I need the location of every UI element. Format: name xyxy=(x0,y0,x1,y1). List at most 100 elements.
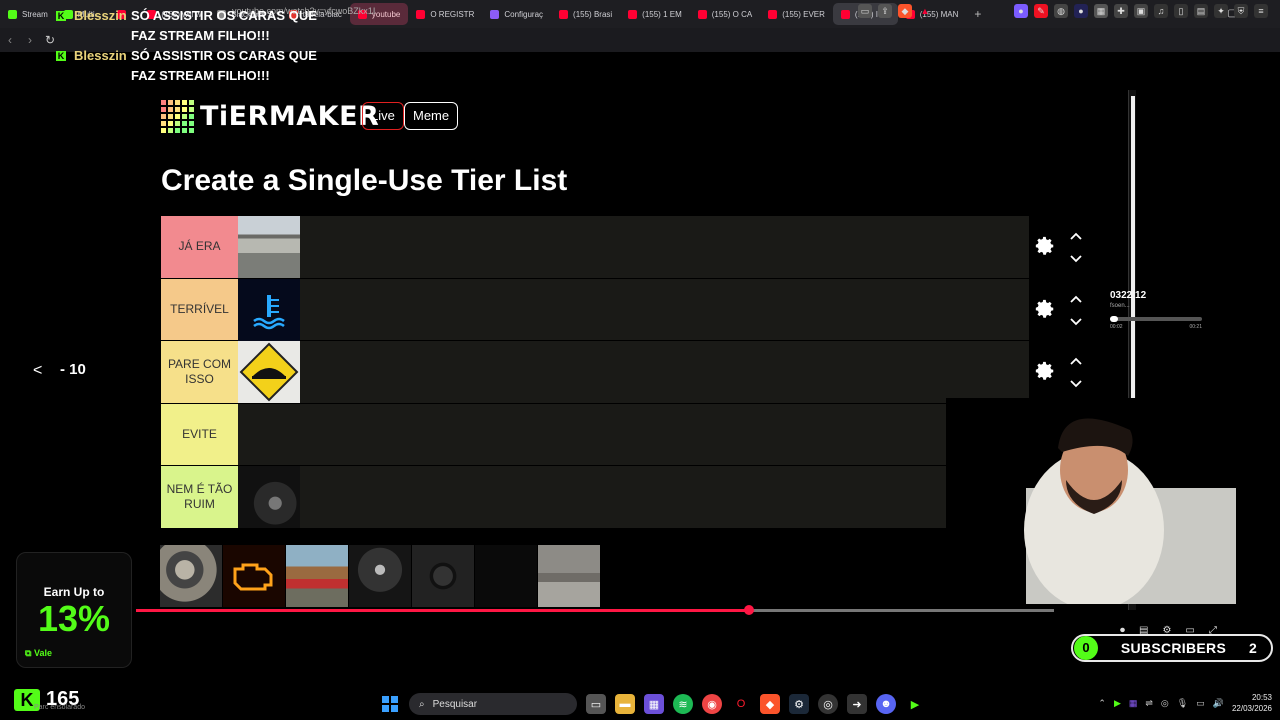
engine-belt-image[interactable] xyxy=(160,545,222,607)
previous-arrow-icon[interactable]: < xyxy=(33,362,42,380)
app-icon[interactable]: ◎ xyxy=(818,694,838,714)
pothole-image[interactable] xyxy=(538,545,600,607)
extension-icon[interactable]: ✎ xyxy=(1034,4,1048,18)
chat-message: K Blesszin SÓ ASSISTIR OS CARAS QUE FAZ S… xyxy=(56,46,317,83)
speed-bump-sign-icon xyxy=(239,342,299,402)
screenshot-icon[interactable]: ▣ xyxy=(1134,4,1148,18)
tray-app-icon[interactable]: ▶ xyxy=(1114,698,1121,709)
opera-icon[interactable]: O xyxy=(731,694,751,714)
taskbar-search[interactable]: ⌕ Pesquisar xyxy=(409,693,577,715)
meme-button[interactable]: Meme xyxy=(404,102,459,130)
file-explorer-icon[interactable]: ▬ xyxy=(615,694,635,714)
mini-player-knob[interactable] xyxy=(1110,316,1118,322)
network-icon[interactable]: ▭ xyxy=(1196,698,1205,709)
puzzle-icon[interactable]: ✚ xyxy=(1114,4,1128,18)
overloaded-car-image[interactable] xyxy=(286,545,348,607)
media-icon[interactable]: ♫ xyxy=(1154,4,1168,18)
move-up-chevron-icon[interactable] xyxy=(1070,232,1082,240)
chrome-icon[interactable]: ◉ xyxy=(702,694,722,714)
gear-shift-image[interactable] xyxy=(238,466,300,529)
extension-icon[interactable]: ◍ xyxy=(1054,4,1068,18)
move-up-chevron-icon[interactable] xyxy=(1070,295,1082,303)
dashboard-image[interactable] xyxy=(475,545,537,607)
streamer-webcam xyxy=(946,398,1244,604)
tab-label: (155) Brasi xyxy=(573,9,613,19)
reload-icon[interactable]: ↻ xyxy=(40,33,60,47)
back-icon[interactable]: ‹ xyxy=(0,33,20,47)
check-engine-icon xyxy=(233,563,273,591)
windows-start-icon[interactable] xyxy=(380,694,400,714)
coolant-warning-image[interactable] xyxy=(238,278,300,341)
tier-label[interactable]: TERRÍVEL xyxy=(161,278,238,341)
gear-icon[interactable] xyxy=(1034,360,1056,382)
gear-icon[interactable] xyxy=(1034,298,1056,320)
tier-items[interactable] xyxy=(238,278,1029,341)
microphone-icon[interactable]: 🎙 xyxy=(1177,698,1188,709)
gear-icon[interactable] xyxy=(1034,235,1056,257)
tier-items[interactable] xyxy=(238,404,1029,466)
speed-bump-sign-image[interactable] xyxy=(238,341,300,404)
kick-app-icon[interactable]: ▶ xyxy=(905,694,925,714)
volume-icon[interactable]: 🔊 xyxy=(1213,698,1224,709)
tier-label[interactable]: NEM É TÃO RUIM xyxy=(161,466,238,528)
browser-tab[interactable]: O REGISTR xyxy=(408,3,482,25)
discord-icon[interactable]: ☻ xyxy=(876,694,896,714)
sidebar-icon[interactable]: ▯ xyxy=(1174,4,1188,18)
clock[interactable]: 20:53 22/03/2026 xyxy=(1232,692,1272,714)
tier-items[interactable] xyxy=(238,341,1029,404)
tier-label[interactable]: PARE COM ISSO xyxy=(161,341,238,403)
earn-title: Earn Up to xyxy=(43,585,105,599)
dashboard-image[interactable] xyxy=(412,545,474,607)
tier-items[interactable] xyxy=(238,216,1029,278)
tray-app-icon[interactable]: ◎ xyxy=(1161,698,1169,709)
leo-icon[interactable]: ✦ xyxy=(1214,4,1228,18)
browser-tab[interactable]: (155) O CA xyxy=(690,3,760,25)
wallet-icon[interactable]: ▤ xyxy=(1194,4,1208,18)
live-button[interactable]: Live xyxy=(362,102,404,130)
tier-label[interactable]: JÁ ERA xyxy=(161,216,238,278)
move-down-chevron-icon[interactable] xyxy=(1070,255,1082,263)
steam-icon[interactable]: ⚙ xyxy=(789,694,809,714)
move-down-chevron-icon[interactable] xyxy=(1070,380,1082,388)
share-icon[interactable]: ⇪ xyxy=(878,4,892,18)
tray-app-icon[interactable]: ▦ xyxy=(1129,698,1138,709)
unassigned-items[interactable] xyxy=(160,545,601,607)
tray-app-icon[interactable]: ⇌ xyxy=(1145,698,1153,709)
mini-player-subtitle: fsoen... xyxy=(1110,303,1130,309)
video-progress-knob[interactable] xyxy=(744,605,755,615)
task-view-icon[interactable]: ▭ xyxy=(586,694,606,714)
gas-station-image[interactable] xyxy=(238,216,300,278)
tiermaker-logo[interactable]: TiERMAKER xyxy=(161,100,379,133)
move-up-chevron-icon[interactable] xyxy=(1070,357,1082,365)
extension-icon[interactable]: ● xyxy=(1014,4,1028,18)
brave-icon[interactable]: ◆ xyxy=(760,694,780,714)
spotify-icon[interactable]: ≋ xyxy=(673,694,693,714)
brave-rewards-icon[interactable]: ▲ xyxy=(918,4,932,18)
earn-ad-card[interactable]: Earn Up to 13% ⧉ Vale xyxy=(16,552,132,668)
brave-shield-icon[interactable]: ◆ xyxy=(898,4,912,18)
mini-player-end: 00:21 xyxy=(1189,324,1202,330)
app-icon[interactable]: ▦ xyxy=(644,694,664,714)
forward-icon[interactable]: › xyxy=(20,33,40,47)
video-progress-bar[interactable] xyxy=(136,605,1054,615)
browser-tab[interactable]: (155) EVER xyxy=(760,3,833,25)
tier-label[interactable]: EVITE xyxy=(161,403,238,466)
extension-icon[interactable]: ● xyxy=(1074,4,1088,18)
browser-tab[interactable]: Stream xyxy=(0,3,56,25)
tier-items[interactable] xyxy=(238,466,1029,529)
vpn-icon[interactable]: ⛨ xyxy=(1234,4,1248,18)
menu-icon[interactable]: ≡ xyxy=(1254,4,1268,18)
move-down-chevron-icon[interactable] xyxy=(1070,317,1082,326)
browser-tab[interactable]: Configuraç xyxy=(482,3,551,25)
scrollbar-thumb[interactable] xyxy=(1131,96,1135,416)
mini-player-progress[interactable] xyxy=(1110,316,1202,322)
browser-tab[interactable]: (155) Brasi xyxy=(551,3,620,25)
tray-chevron-icon[interactable]: ⌃ xyxy=(1098,698,1106,709)
gear-lever-image[interactable] xyxy=(349,545,411,607)
extension-icon[interactable]: ▦ xyxy=(1094,4,1108,18)
cast-icon[interactable]: ▭ xyxy=(858,4,872,18)
browser-tab[interactable]: (155) 1 EM xyxy=(620,3,690,25)
check-engine-image[interactable] xyxy=(223,545,285,607)
app-icon[interactable]: ➜ xyxy=(847,694,867,714)
video-progress-fill xyxy=(136,609,750,612)
